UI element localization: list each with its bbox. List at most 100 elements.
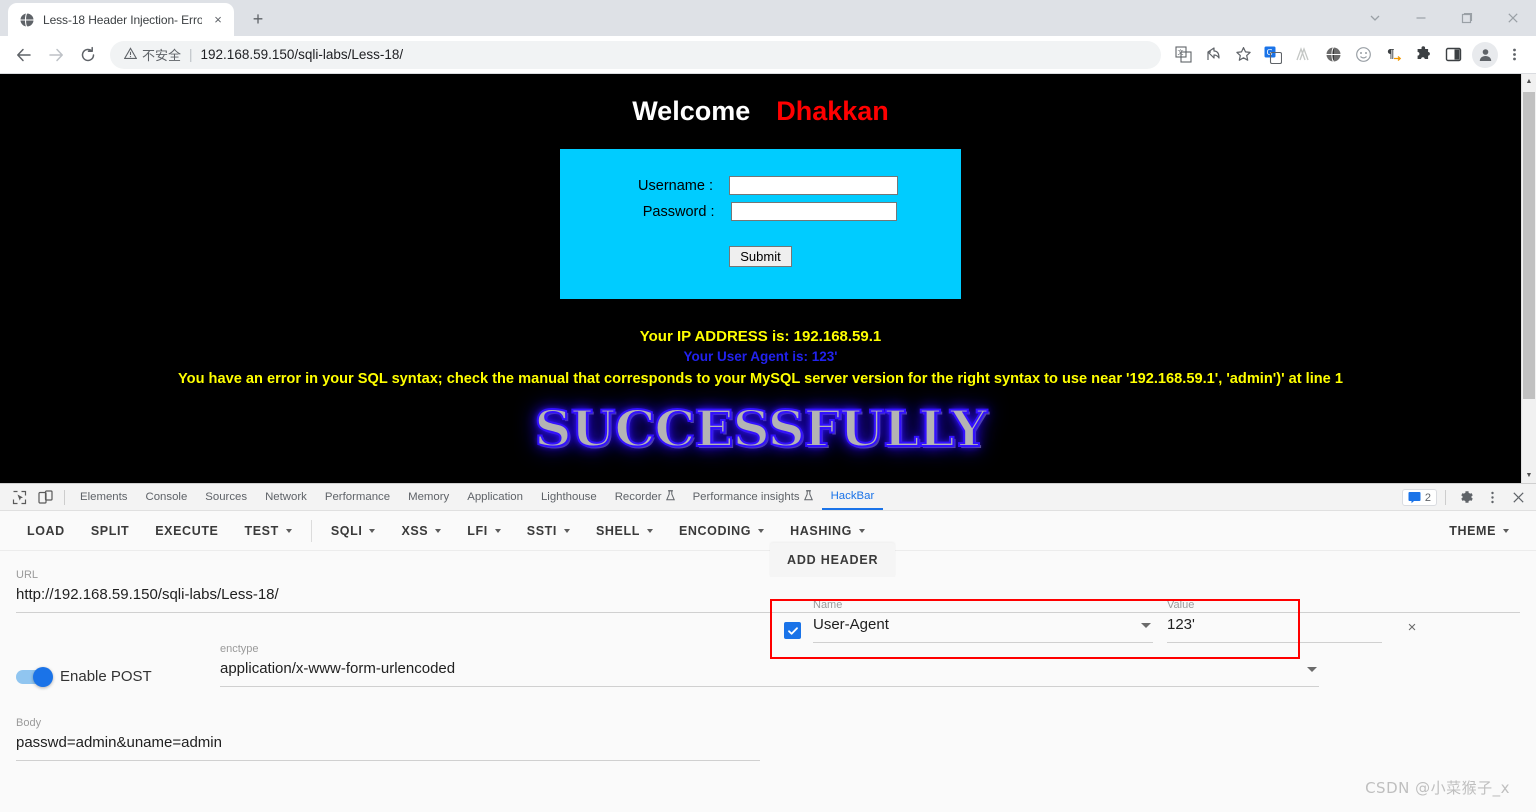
google-translate-icon[interactable]: G	[1259, 41, 1287, 69]
header-row: Name User-Agent Value 123' ×	[770, 577, 1530, 643]
device-toolbar-icon[interactable]	[32, 486, 58, 508]
inspect-element-icon[interactable]	[6, 486, 32, 508]
hackbar-ssti-button[interactable]: SSTI	[514, 514, 583, 548]
field-underline	[16, 760, 760, 761]
close-devtools-icon[interactable]	[1506, 486, 1530, 510]
header-name-row[interactable]: User-Agent	[813, 613, 1153, 637]
password-input[interactable]	[730, 202, 897, 221]
header-enabled-checkbox[interactable]	[784, 622, 801, 639]
more-options-icon[interactable]	[1480, 486, 1504, 510]
sidepanel-icon[interactable]	[1439, 41, 1467, 69]
paragraph-ext-icon[interactable]: ¶	[1379, 41, 1407, 69]
share-icon[interactable]	[1199, 41, 1227, 69]
tab-lighthouse[interactable]: Lighthouse	[532, 484, 606, 510]
button-label: EXECUTE	[155, 523, 219, 538]
profile-avatar-icon[interactable]	[1472, 41, 1498, 68]
chevron-down-icon[interactable]	[1307, 667, 1317, 672]
button-label: ENCODING	[678, 523, 752, 538]
omnibox-separator: |	[189, 47, 193, 62]
watermark: CSDN @小菜猴子_x	[1365, 779, 1510, 797]
tab-application[interactable]: Application	[458, 484, 532, 510]
extension-a-icon[interactable]	[1289, 41, 1317, 69]
hackbar-load-button[interactable]: LOAD	[14, 514, 78, 548]
button-label: SSTI	[526, 523, 557, 538]
hackbar-shell-button[interactable]: SHELL	[583, 514, 666, 548]
page-scrollbar[interactable]: ▲ ▼	[1521, 74, 1536, 483]
tab-performance[interactable]: Performance	[316, 484, 399, 510]
tab-recorder[interactable]: Recorder	[606, 484, 684, 510]
settings-gear-icon[interactable]	[1454, 486, 1478, 510]
scrollbar-thumb[interactable]	[1523, 92, 1535, 399]
body-field-value[interactable]: passwd=admin&uname=admin	[16, 731, 760, 755]
username-label: Username :	[638, 177, 713, 194]
hackbar-encoding-button[interactable]: ENCODING	[666, 514, 777, 548]
button-label: HASHING	[790, 523, 852, 538]
toggle-switch[interactable]	[16, 666, 53, 687]
minimize-icon[interactable]	[1398, 2, 1444, 34]
tab-title: Less-18 Header Injection- Erro	[43, 12, 202, 27]
tab-label: Network	[265, 491, 307, 503]
username-input[interactable]	[729, 176, 898, 195]
translate-icon[interactable]: 文	[1169, 41, 1197, 69]
smiley-ext-icon[interactable]	[1349, 41, 1377, 69]
forward-button[interactable]	[40, 39, 72, 71]
button-label: XSS	[401, 523, 429, 538]
password-row: Password :	[560, 195, 961, 221]
header-name-select[interactable]: Name User-Agent	[813, 599, 1153, 643]
puzzle-icon[interactable]	[1409, 41, 1437, 69]
globe-ext-icon[interactable]	[1319, 41, 1347, 69]
tab-label: Performance	[324, 491, 391, 503]
enctype-select-row[interactable]: application/x-www-form-urlencoded	[220, 657, 1319, 681]
reload-button[interactable]	[72, 39, 104, 71]
hackbar-xss-button[interactable]: XSS	[388, 514, 454, 548]
scroll-down-arrow[interactable]: ▼	[1522, 468, 1536, 483]
header-name-value[interactable]: User-Agent	[813, 613, 1135, 637]
window-controls	[1352, 0, 1536, 36]
tab-console[interactable]: Console	[136, 484, 196, 510]
tab-elements[interactable]: Elements	[71, 484, 136, 510]
experimental-flask-icon	[803, 490, 813, 504]
enctype-value[interactable]: application/x-www-form-urlencoded	[220, 657, 1301, 681]
security-label: 不安全	[142, 48, 182, 63]
header-value-field[interactable]: Value 123'	[1167, 599, 1382, 643]
button-label: LFI	[467, 523, 488, 538]
tab-sources[interactable]: Sources	[196, 484, 256, 510]
hackbar-test-button[interactable]: TEST	[232, 514, 305, 548]
remove-header-icon[interactable]: ×	[1400, 615, 1424, 639]
close-icon[interactable]: ×	[210, 12, 226, 28]
enable-post-toggle[interactable]: Enable POST	[16, 666, 220, 687]
hackbar-panel: LOAD SPLIT EXECUTE TEST SQLI XSS LFI SST…	[0, 511, 1536, 812]
scroll-up-arrow[interactable]: ▲	[1522, 74, 1536, 89]
tab-memory[interactable]: Memory	[399, 484, 458, 510]
tab-hackbar[interactable]: HackBar	[821, 484, 884, 510]
hackbar-execute-button[interactable]: EXECUTE	[142, 514, 231, 548]
button-label: SQLI	[330, 523, 363, 538]
submit-button[interactable]: Submit	[729, 246, 792, 267]
not-secure-warning[interactable]: 不安全	[123, 45, 182, 64]
body-field[interactable]: Body passwd=admin&uname=admin	[16, 717, 760, 761]
password-label: Password :	[642, 203, 715, 220]
omnibox[interactable]: 不安全 | 192.168.59.150/sqli-labs/Less-18/	[110, 40, 1161, 69]
add-header-button[interactable]: ADD HEADER	[770, 543, 896, 577]
enctype-select[interactable]: enctype application/x-www-form-urlencode…	[220, 643, 1319, 687]
back-button[interactable]	[8, 39, 40, 71]
header-value-value[interactable]: 123'	[1167, 613, 1382, 637]
browser-toolbar: 不安全 | 192.168.59.150/sqli-labs/Less-18/ …	[0, 36, 1536, 74]
omnibox-url: 192.168.59.150/sqli-labs/Less-18/	[200, 47, 404, 62]
submit-row: Submit	[560, 221, 961, 267]
tab-search-icon[interactable]	[1352, 2, 1398, 34]
hackbar-lfi-button[interactable]: LFI	[454, 514, 514, 548]
chrome-menu-icon[interactable]	[1500, 41, 1528, 69]
chevron-down-icon[interactable]	[1141, 623, 1151, 628]
maximize-icon[interactable]	[1444, 2, 1490, 34]
bookmark-star-icon[interactable]	[1229, 41, 1257, 69]
issues-icon[interactable]: 2	[1401, 489, 1437, 506]
window-close-icon[interactable]	[1490, 2, 1536, 34]
new-tab-button[interactable]: +	[244, 5, 272, 33]
hackbar-sqli-button[interactable]: SQLI	[318, 514, 389, 548]
tab-network[interactable]: Network	[256, 484, 316, 510]
toggle-knob	[33, 666, 53, 687]
tab-performance-insights[interactable]: Performance insights	[684, 484, 822, 510]
browser-tab[interactable]: Less-18 Header Injection- Erro ×	[8, 3, 234, 36]
hackbar-split-button[interactable]: SPLIT	[78, 514, 142, 548]
